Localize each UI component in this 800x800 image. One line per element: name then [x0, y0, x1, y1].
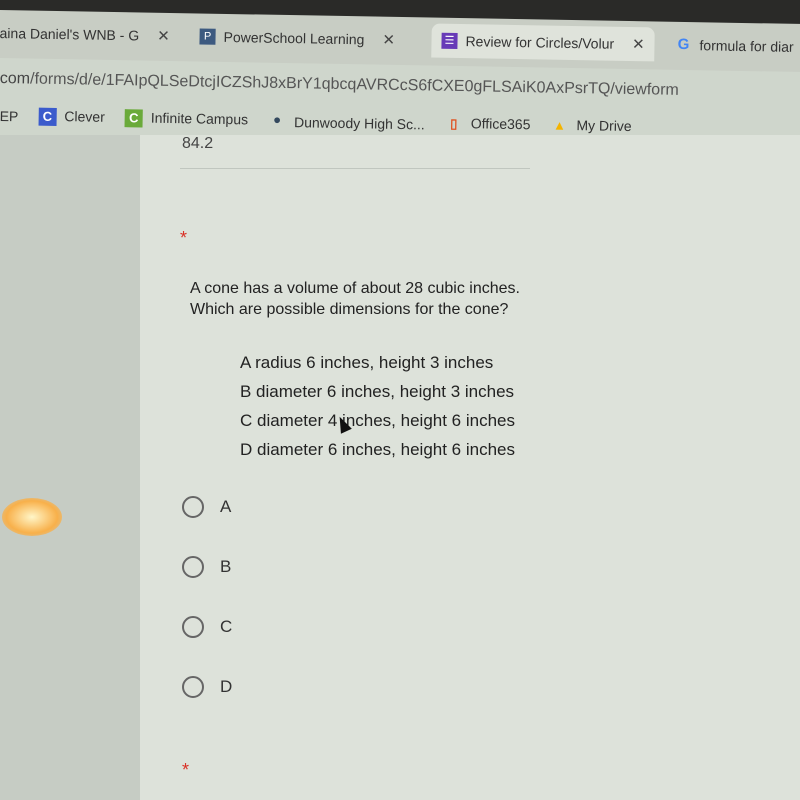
bookmark-label: EP [0, 107, 19, 125]
google-icon: G [677, 35, 690, 54]
bookmark-ep[interactable]: EP [0, 108, 19, 124]
choice-text: D diameter 6 inches, height 6 inches [240, 440, 515, 459]
radio-circle-icon[interactable] [182, 616, 204, 638]
tab-strip: aina Daniel's WNB - G ✕ P PowerSchool Lear… [0, 10, 800, 73]
url-domain: com [0, 70, 31, 88]
bookmark-my-drive[interactable]: ▲ My Drive [550, 117, 632, 136]
required-marker: * [182, 760, 190, 780]
radio-circle-icon[interactable] [182, 556, 204, 578]
google-forms-icon: ☰ [441, 32, 458, 49]
radio-option-d[interactable]: D [182, 676, 232, 698]
radio-option-a[interactable]: A [182, 496, 231, 518]
tab-powerschool[interactable]: P PowerSchool Learning ✕ [199, 19, 395, 56]
tab-title: formula for diar [699, 37, 794, 55]
google-drive-icon: ▲ [552, 117, 567, 133]
required-marker: * [180, 228, 188, 248]
choice-text: C diameter 4 inches, height 6 inches [240, 411, 515, 430]
option-label: D [220, 677, 233, 696]
bookmark-label: My Drive [576, 117, 632, 135]
question-text: A cone has a volume of about 28 cubic in… [190, 280, 520, 318]
tab-title: aina Daniel's WNB - G [0, 24, 140, 44]
option-label: A [220, 497, 232, 516]
bookmark-label: Clever [64, 108, 105, 125]
choice-text: A radius 6 inches, height 3 inches [240, 353, 494, 372]
powerschool-icon: P [199, 28, 216, 45]
bookmark-clever[interactable]: C Clever [38, 107, 105, 127]
radio-circle-icon[interactable] [182, 496, 204, 518]
tab-title: Review for Circles/Volur [465, 33, 615, 52]
light-glare [2, 498, 62, 536]
choice-text: B diameter 6 inches, height 3 inches [240, 382, 515, 401]
tab-review-forms[interactable]: ☰ Review for Circles/Volur ✕ [431, 23, 655, 62]
form-card [140, 135, 800, 800]
clever-icon: C [38, 107, 57, 126]
close-icon[interactable]: ✕ [632, 35, 645, 53]
address-bar[interactable]: com/forms/d/e/1FAIpQLSeDtcjICZShJ8xBrY1q… [0, 70, 679, 100]
option-label: C [220, 617, 233, 636]
radio-option-c[interactable]: C [182, 616, 232, 638]
option-label: B [220, 557, 232, 576]
bookmark-label: Infinite Campus [150, 109, 249, 128]
answer-underline [180, 168, 530, 169]
page-background [0, 135, 140, 800]
choices-list: A radius 6 inches, height 3 inches B dia… [240, 348, 515, 464]
office365-icon: ▯ [450, 115, 458, 131]
close-icon[interactable]: ✕ [382, 31, 395, 49]
radio-option-b[interactable]: B [182, 556, 231, 578]
bookmark-label: Office365 [470, 115, 531, 133]
bookmark-dunwoody[interactable]: • Dunwoody High Sc... [268, 109, 425, 133]
bookmark-office365[interactable]: ▯ Office365 [445, 115, 531, 134]
bookmark-label: Dunwoody High Sc... [293, 114, 425, 133]
previous-answer: 84.2 [182, 135, 214, 152]
tab-formula[interactable]: Gformula for diar [675, 28, 794, 64]
close-icon[interactable]: ✕ [157, 27, 170, 45]
radio-circle-icon[interactable] [182, 676, 204, 698]
infinite-campus-icon: C [124, 109, 143, 128]
dunwoody-icon: • [273, 109, 281, 132]
url-path: /forms/d/e/1FAIpQLSeDtcjICZShJ8xBrY1qbcq… [29, 70, 679, 99]
tab-title: PowerSchool Learning [223, 28, 365, 48]
tab-bar: aina Daniel's WNB - G ✕ P PowerSchool Lear… [0, 0, 800, 73]
tab-wnb[interactable]: aina Daniel's WNB - G ✕ [0, 16, 170, 53]
bookmark-infinite-campus[interactable]: C Infinite Campus [124, 109, 249, 129]
